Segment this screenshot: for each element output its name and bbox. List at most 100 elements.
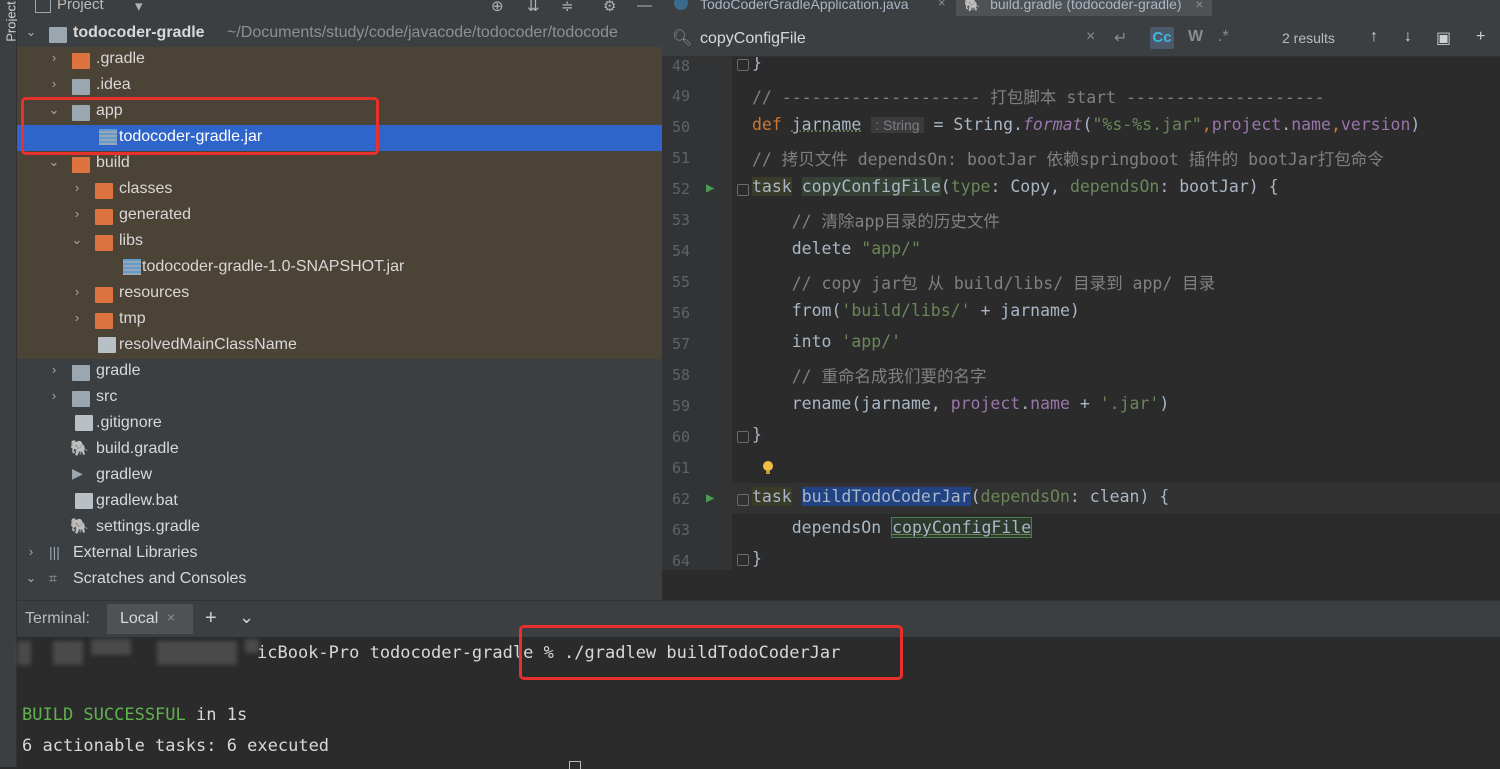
- folder-icon: [72, 391, 90, 407]
- next-occurrence-icon[interactable]: ↓: [1404, 28, 1412, 46]
- tree-item[interactable]: 🐘 settings.gradle: [17, 515, 662, 541]
- tree-item[interactable]: 🐘 build.gradle: [17, 437, 662, 463]
- line-number: 54: [671, 242, 690, 260]
- fold-marker-icon[interactable]: [737, 431, 749, 443]
- tab-build-gradle[interactable]: 🐘 build.gradle (todocoder-gradle) ×: [956, 0, 1212, 16]
- tree-item[interactable]: › classes: [17, 177, 662, 203]
- code-line-58: // 重命名成我们要的名字: [752, 367, 987, 386]
- tree-item[interactable]: › generated: [17, 203, 662, 229]
- intention-bulb-icon[interactable]: [762, 461, 774, 475]
- search-icon[interactable]: 🔍︎: [672, 28, 692, 48]
- chevron-down-icon[interactable]: ⌄: [25, 24, 37, 40]
- tree-item-label: todocoder-gradle-1.0-SNAPSHOT.jar: [142, 258, 405, 275]
- chevron-right-icon[interactable]: ›: [48, 362, 60, 377]
- tab-application-java[interactable]: TodoCoderGradleApplication.java: [700, 0, 909, 12]
- code-line-52: task copyConfigFile(type: Copy, dependsO…: [752, 177, 1279, 208]
- tree-item-root[interactable]: ⌄ todocoder-gradle ~/Documents/study/cod…: [17, 21, 662, 47]
- line-number: 61: [671, 459, 690, 477]
- add-occurrence-icon[interactable]: +: [1476, 28, 1485, 46]
- code-token: version: [1340, 115, 1411, 134]
- code-token: .: [1020, 394, 1031, 413]
- new-tab-icon[interactable]: +: [205, 607, 217, 630]
- fold-marker-icon[interactable]: [737, 554, 749, 566]
- code-token: : bootJar) {: [1159, 177, 1279, 196]
- code-token: : clean) {: [1069, 487, 1170, 506]
- previous-occurrence-icon[interactable]: ↑: [1370, 28, 1378, 46]
- tree-item-label: .gitignore: [96, 414, 162, 431]
- tree-item[interactable]: › .gradle: [17, 47, 662, 73]
- annotation-highlight-command: [519, 625, 903, 680]
- chevron-right-icon[interactable]: ›: [48, 388, 60, 403]
- code-token: : Copy,: [990, 177, 1070, 196]
- tab-local[interactable]: Local ×: [107, 604, 193, 634]
- close-icon[interactable]: ×: [938, 0, 946, 10]
- chevron-right-icon[interactable]: ›: [48, 50, 60, 65]
- tree-item-label: External Libraries: [73, 544, 198, 561]
- tree-item[interactable]: resolvedMainClassName: [17, 333, 662, 359]
- chevron-down-icon[interactable]: ⌄: [71, 232, 83, 248]
- chevron-right-icon[interactable]: ›: [48, 76, 60, 91]
- project-path: ~/Documents/study/code/javacode/todocode…: [227, 24, 618, 41]
- code-token: (: [970, 487, 981, 506]
- tree-item[interactable]: ⌄ libs: [17, 229, 662, 255]
- chevron-right-icon[interactable]: ›: [71, 206, 83, 221]
- fold-marker-icon[interactable]: [737, 184, 749, 196]
- chevron-right-icon[interactable]: ›: [25, 544, 37, 559]
- line-number: 64: [671, 552, 690, 570]
- tree-item[interactable]: › .idea: [17, 73, 662, 99]
- collapse-all-icon[interactable]: ⇊: [527, 0, 540, 15]
- find-input[interactable]: copyConfigFile: [700, 30, 806, 48]
- clear-icon[interactable]: ×: [1086, 28, 1095, 46]
- redacted-region: [91, 639, 131, 655]
- tree-item[interactable]: ⌄ ⌗ Scratches and Consoles: [17, 567, 662, 593]
- code-token: project: [1211, 115, 1282, 134]
- tree-item[interactable]: › gradle: [17, 359, 662, 385]
- code-editor[interactable]: 48 49 50 51 52 53 54 55 56 57 58 59 60 6…: [662, 57, 1500, 570]
- select-all-occurrences-icon[interactable]: ▣: [1436, 28, 1451, 48]
- chevron-right-icon[interactable]: ›: [71, 310, 83, 325]
- line-number: 58: [671, 366, 690, 384]
- locate-icon[interactable]: ⊕: [491, 0, 504, 15]
- close-icon[interactable]: ×: [167, 609, 175, 625]
- code-token: ,: [1201, 115, 1212, 134]
- chevron-right-icon[interactable]: ›: [71, 284, 83, 299]
- tree-item-label: build.gradle: [96, 440, 179, 457]
- scratches-icon: ⌗: [49, 570, 57, 586]
- tree-item-label: src: [96, 388, 118, 405]
- build-duration: in 1s: [185, 705, 248, 725]
- code-token: delete: [752, 239, 862, 258]
- tree-item[interactable]: › ||| External Libraries: [17, 541, 662, 567]
- tree-item[interactable]: .gitignore: [17, 411, 662, 437]
- tree-item[interactable]: gradlew.bat: [17, 489, 662, 515]
- chevron-right-icon[interactable]: ›: [71, 180, 83, 195]
- words-toggle[interactable]: W: [1188, 28, 1203, 46]
- fold-marker-icon[interactable]: [737, 59, 749, 71]
- chevron-down-icon[interactable]: ⌄: [48, 154, 60, 170]
- match-case-toggle[interactable]: Cc: [1150, 27, 1174, 49]
- tree-item[interactable]: › resources: [17, 281, 662, 307]
- line-number: 62: [671, 490, 690, 508]
- close-icon[interactable]: ×: [1195, 0, 1203, 12]
- line-number: 57: [671, 335, 690, 353]
- minimize-icon[interactable]: —: [637, 0, 652, 14]
- tree-item-label: .gradle: [96, 50, 145, 67]
- tree-item[interactable]: › src: [17, 385, 662, 411]
- expand-all-icon[interactable]: ≑: [561, 0, 574, 15]
- new-line-icon[interactable]: ↵: [1114, 28, 1127, 48]
- chevron-down-icon[interactable]: ▾: [135, 0, 143, 15]
- chevron-down-icon[interactable]: ⌄: [239, 607, 254, 628]
- regex-toggle[interactable]: .*: [1218, 28, 1229, 46]
- chevron-down-icon[interactable]: ⌄: [25, 570, 37, 586]
- annotation-highlight-app: [21, 97, 379, 155]
- redacted-region: [17, 641, 31, 665]
- fold-marker-icon[interactable]: [737, 494, 749, 506]
- code-line-59: rename(jarname, project.name + '.jar'): [752, 394, 1170, 425]
- run-task-icon[interactable]: ▶: [706, 180, 714, 196]
- run-task-icon[interactable]: ▶: [706, 490, 714, 506]
- code-token: buildTodoCoderJar: [801, 487, 971, 506]
- tree-item[interactable]: ▶ gradlew: [17, 463, 662, 489]
- tree-item[interactable]: › tmp: [17, 307, 662, 333]
- code-token: 'app/': [841, 332, 902, 351]
- gear-icon[interactable]: ⚙: [603, 0, 616, 15]
- tree-item[interactable]: todocoder-gradle-1.0-SNAPSHOT.jar: [17, 255, 662, 281]
